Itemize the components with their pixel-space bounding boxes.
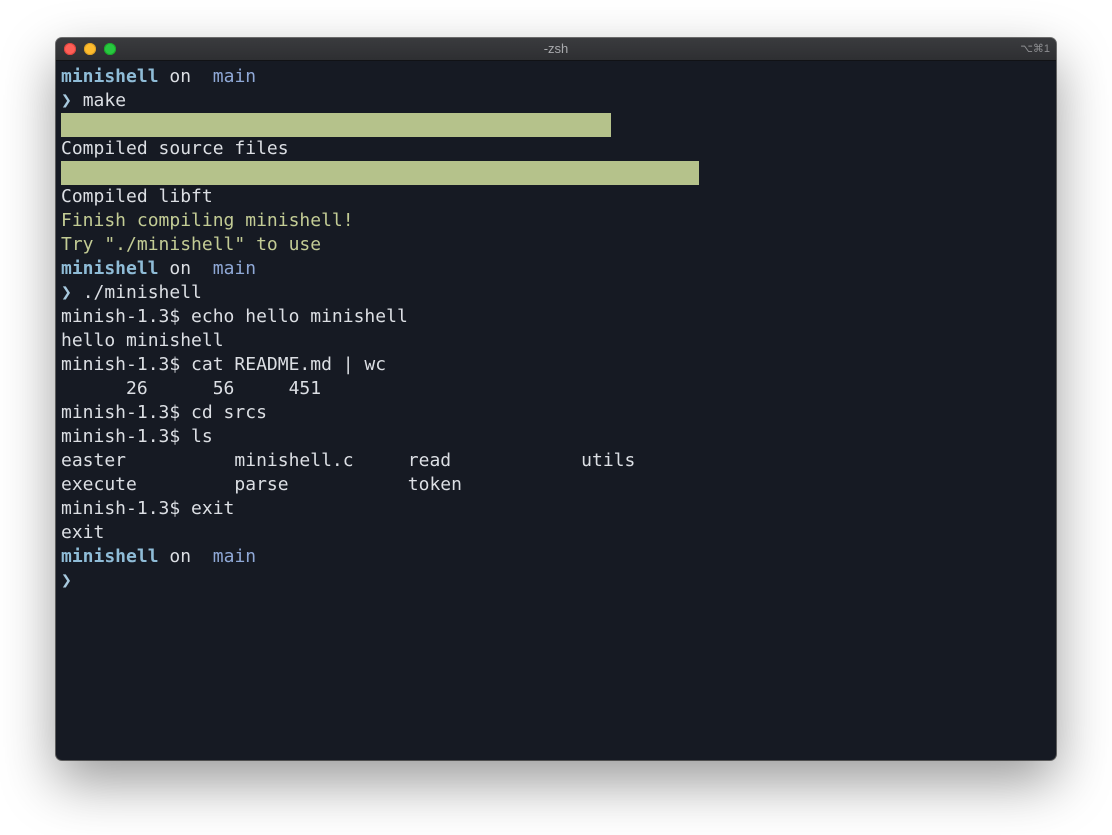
prompt-repo: minishell: [61, 258, 159, 279]
progress-line: [61, 113, 1056, 137]
window-shortcut: ⌥⌘1: [1020, 43, 1050, 55]
prompt-repo: minishell: [61, 546, 159, 567]
window-title: -zsh: [543, 41, 569, 56]
output-line: Compiled libft: [61, 186, 213, 207]
prompt-line: minishell on main: [61, 545, 1056, 569]
prompt-on: on: [169, 546, 192, 567]
prompt-on: on: [169, 258, 192, 279]
success-message: Finish compiling minishell!: [61, 210, 354, 231]
title-bar: -zsh ⌥⌘1: [56, 38, 1056, 61]
shell-line: 26 56 451: [61, 378, 322, 399]
progress-line: [61, 161, 1056, 185]
shell-line: minish-1.3$ exit: [61, 498, 235, 519]
prompt-arrow-icon: ❯: [61, 570, 72, 591]
prompt-on: on: [169, 66, 192, 87]
command-line: ❯ make: [61, 89, 1056, 113]
source-progress-bar: [61, 113, 611, 137]
output-line: Compiled source files: [61, 138, 289, 159]
command-line[interactable]: ❯: [61, 569, 1056, 593]
shell-line: easter minishell.c read utils: [61, 450, 636, 471]
prompt-arrow-icon: ❯: [61, 282, 72, 303]
prompt-line: minishell on main: [61, 65, 1056, 89]
prompt-repo: minishell: [61, 66, 159, 87]
shell-line: exit: [61, 522, 105, 543]
prompt-branch: main: [212, 66, 257, 87]
libft-progress-bar: [61, 161, 699, 185]
shell-line: execute parse token: [61, 474, 462, 495]
shell-line: minish-1.3$ ls: [61, 426, 213, 447]
hint-message: Try "./minishell" to use: [61, 234, 322, 255]
command-text: make: [82, 90, 127, 111]
shell-line: minish-1.3$ cat README.md | wc: [61, 354, 387, 375]
shell-line: hello minishell: [61, 330, 224, 351]
shell-line: minish-1.3$ echo hello minishell: [61, 306, 408, 327]
command-text: ./minishell: [82, 282, 202, 303]
prompt-arrow-icon: ❯: [61, 90, 72, 111]
prompt-branch: main: [212, 258, 257, 279]
prompt-branch: main: [212, 546, 257, 567]
command-line: ❯ ./minishell: [61, 281, 1056, 305]
terminal-output[interactable]: minishell on main ❯ make Compiled source…: [61, 65, 1056, 593]
shell-line: minish-1.3$ cd srcs: [61, 402, 267, 423]
prompt-line: minishell on main: [61, 257, 1056, 281]
terminal-window: -zsh ⌥⌘1 minishell on main ❯ make Compil…: [56, 38, 1056, 760]
